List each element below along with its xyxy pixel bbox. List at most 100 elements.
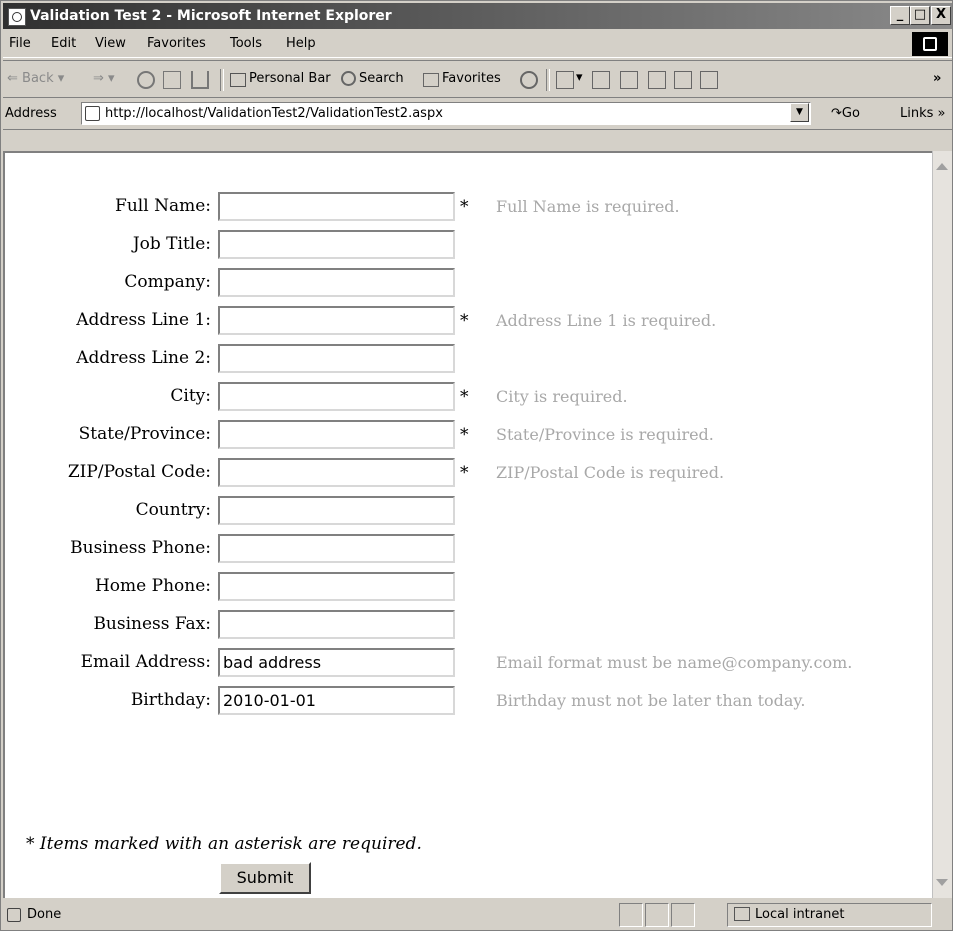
- page-icon: [85, 106, 100, 121]
- ie-app-icon: [8, 8, 26, 26]
- field-label: Full Name:: [115, 196, 211, 216]
- form-row: Business Fax:: [5, 610, 932, 640]
- form-row: Birthday: 2010-01-01 Birthday must not be …: [5, 686, 932, 716]
- field-label: Birthday:: [130, 690, 211, 710]
- text-input[interactable]: [218, 230, 455, 259]
- title-bar: Validation Test 2 - Microsoft Internet E…: [3, 3, 952, 29]
- form-row: State/Province: * State/Province is requir…: [5, 420, 932, 450]
- go-button[interactable]: ↷Go: [831, 106, 860, 121]
- search-button[interactable]: Search: [359, 71, 404, 86]
- address-dropdown-icon[interactable]: ▼: [790, 103, 809, 122]
- status-pane: [619, 903, 643, 927]
- security-zone: Local intranet: [755, 907, 845, 922]
- text-input[interactable]: [218, 458, 455, 487]
- form-row: Address Line 1: * Address Line 1 is requir…: [5, 306, 932, 336]
- address-input[interactable]: http://localhost/ValidationTest2/Validat…: [81, 102, 811, 125]
- favorites-icon: [423, 73, 439, 87]
- stop-icon[interactable]: [137, 71, 155, 89]
- personal-bar-icon: [230, 73, 246, 87]
- scroll-up-icon[interactable]: [936, 163, 948, 170]
- text-input[interactable]: [218, 496, 455, 525]
- required-asterisk: *: [460, 387, 469, 407]
- text-input[interactable]: [218, 268, 455, 297]
- text-input[interactable]: [218, 344, 455, 373]
- back-arrow-icon: ⇐: [7, 71, 23, 86]
- text-input[interactable]: bad address: [218, 648, 455, 677]
- status-bar: Done Local intranet: [3, 900, 952, 930]
- forward-button[interactable]: ⇒ ▾: [93, 71, 115, 86]
- form-row: Address Line 2:: [5, 344, 932, 374]
- menu-view[interactable]: View: [95, 36, 126, 51]
- text-input[interactable]: [218, 534, 455, 563]
- close-button[interactable]: X: [931, 6, 951, 25]
- text-input[interactable]: [218, 420, 455, 449]
- text-input[interactable]: [218, 306, 455, 335]
- favorites-button[interactable]: Favorites: [442, 71, 501, 86]
- intranet-icon: [734, 907, 750, 921]
- page-content: Full Name: * Full Name is required. Job Tit…: [3, 151, 932, 898]
- submit-button[interactable]: Submit: [219, 862, 311, 894]
- messenger-icon[interactable]: [674, 71, 692, 89]
- go-label: Go: [841, 106, 860, 121]
- back-label: Back: [22, 71, 54, 86]
- mail-icon[interactable]: [556, 71, 574, 89]
- field-label: Address Line 2:: [76, 348, 211, 368]
- back-dropdown-icon: ▾: [53, 71, 65, 86]
- field-label: State/Province:: [78, 424, 211, 444]
- form-row: Country:: [5, 496, 932, 526]
- personal-bar-button[interactable]: Personal Bar: [249, 71, 331, 86]
- home-icon[interactable]: [191, 71, 209, 89]
- validation-message: State/Province is required.: [496, 425, 714, 444]
- menu-tools[interactable]: Tools: [230, 36, 262, 51]
- toolbar: ⇐ Back ▾ ⇒ ▾ Personal Bar Search Favorit…: [3, 60, 952, 98]
- menu-edit[interactable]: Edit: [51, 36, 76, 51]
- address-url: http://localhost/ValidationTest2/Validat…: [105, 106, 443, 121]
- validation-message: Birthday must not be later than today.: [496, 691, 806, 710]
- research-icon[interactable]: [700, 71, 718, 89]
- vertical-scrollbar[interactable]: [932, 151, 952, 898]
- refresh-icon[interactable]: [163, 71, 181, 89]
- discuss-icon[interactable]: [648, 71, 666, 89]
- required-asterisk: *: [460, 463, 469, 483]
- menu-favorites[interactable]: Favorites: [147, 36, 206, 51]
- form-row: ZIP/Postal Code: * ZIP/Postal Code is requ…: [5, 458, 932, 488]
- field-label: Email Address:: [80, 652, 211, 672]
- form-row: City: * City is required.: [5, 382, 932, 412]
- field-label: Job Title:: [132, 234, 211, 254]
- required-asterisk: *: [460, 197, 469, 217]
- text-input[interactable]: [218, 572, 455, 601]
- text-input[interactable]: [218, 192, 455, 221]
- mail-dropdown-icon[interactable]: ▾: [576, 70, 583, 85]
- address-bar: Address http://localhost/ValidationTest2…: [3, 99, 952, 130]
- toolbar-separator: [220, 69, 224, 91]
- maximize-button[interactable]: □: [910, 6, 930, 25]
- field-label: Company:: [124, 272, 211, 292]
- text-input[interactable]: 2010-01-01: [218, 686, 455, 715]
- required-asterisk: *: [460, 311, 469, 331]
- form-row: Home Phone:: [5, 572, 932, 602]
- minimize-button[interactable]: _: [890, 6, 910, 25]
- status-pane: [671, 903, 695, 927]
- menu-help[interactable]: Help: [286, 36, 316, 51]
- toolbar-overflow-icon[interactable]: »: [933, 71, 941, 86]
- validation-message: Full Name is required.: [496, 197, 680, 216]
- text-input[interactable]: [218, 610, 455, 639]
- text-input[interactable]: [218, 382, 455, 411]
- links-button[interactable]: Links »: [900, 106, 945, 121]
- scroll-down-icon[interactable]: [936, 879, 948, 886]
- field-label: ZIP/Postal Code:: [67, 462, 211, 482]
- windows-logo-icon: [912, 32, 948, 56]
- status-text: Done: [27, 907, 62, 922]
- edit-icon[interactable]: [620, 71, 638, 89]
- validation-message: Address Line 1 is required.: [496, 311, 717, 330]
- back-button[interactable]: ⇐ Back ▾: [7, 71, 64, 86]
- field-label: City:: [170, 386, 211, 406]
- field-label: Business Phone:: [70, 538, 211, 558]
- toolbar-separator: [546, 69, 550, 91]
- history-icon[interactable]: [520, 71, 538, 89]
- go-arrow-icon: ↷: [831, 106, 842, 121]
- field-label: Address Line 1:: [76, 310, 211, 330]
- print-icon[interactable]: [592, 71, 610, 89]
- form-row: Job Title:: [5, 230, 932, 260]
- menu-file[interactable]: File: [9, 36, 31, 51]
